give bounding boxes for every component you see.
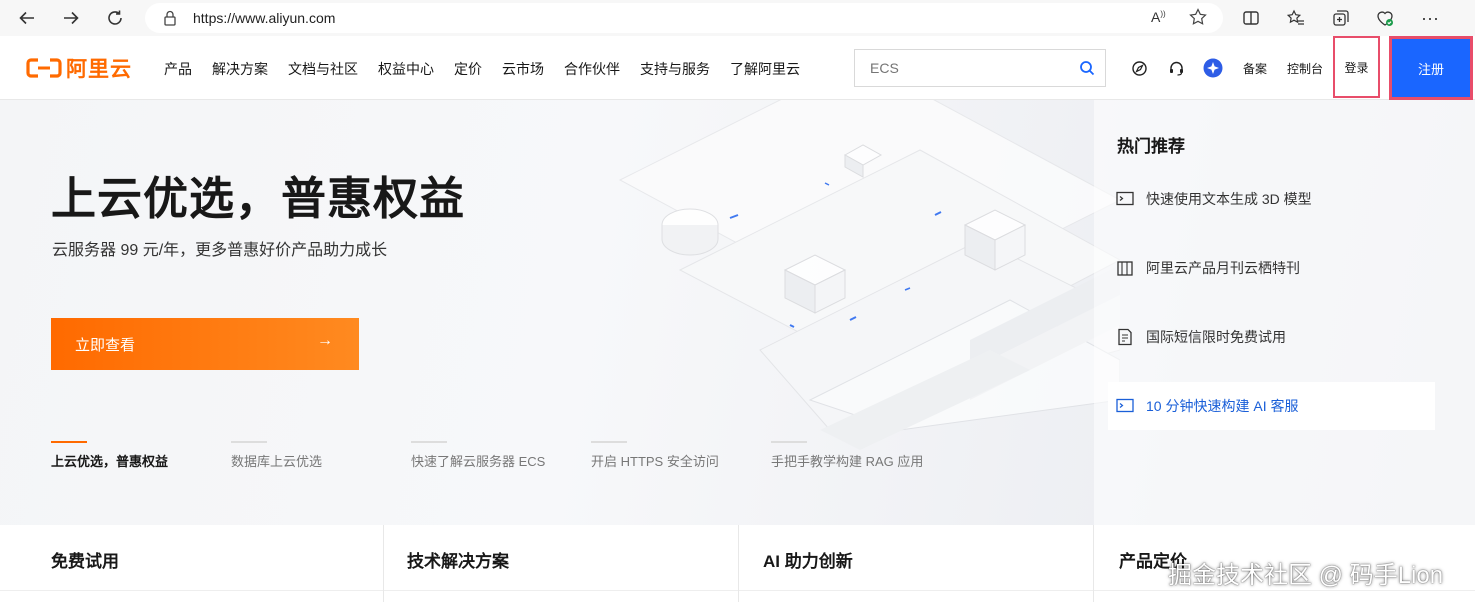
nav-item-products[interactable]: 产品 — [164, 59, 192, 79]
nav-item-about[interactable]: 了解阿里云 — [730, 59, 800, 79]
hot-item-label: 快速使用文本生成 3D 模型 — [1146, 191, 1312, 207]
view-now-label: 立即查看 — [75, 336, 136, 354]
divider — [739, 590, 1093, 591]
logo-text: 阿里云 — [66, 58, 132, 81]
more-options-icon[interactable]: ··· — [1420, 8, 1440, 28]
search-input[interactable] — [855, 50, 1055, 86]
lock-icon — [163, 10, 177, 31]
carousel-tab-label: 开启 HTTPS 安全访问 — [591, 454, 719, 469]
nav-item-partners[interactable]: 合作伙伴 — [564, 59, 620, 79]
hero-carousel-tabs: 上云优选，普惠权益 数据库上云优选 快速了解云服务器 ECS 开启 HTTPS … — [51, 441, 951, 470]
divider — [384, 590, 738, 591]
collections-icon[interactable] — [1331, 8, 1351, 28]
split-screen-icon[interactable] — [1241, 8, 1261, 28]
carousel-tab-label: 上云优选，普惠权益 — [51, 454, 169, 469]
beian-link[interactable]: 备案 — [1243, 60, 1267, 77]
tab-indicator — [591, 441, 627, 443]
hot-title: 热门推荐 — [1117, 137, 1185, 156]
card-tech-solutions[interactable]: 技术解决方案 — [384, 525, 739, 602]
arrow-right-icon: → — [317, 332, 333, 349]
terminal-icon — [1116, 190, 1136, 208]
tab-indicator — [231, 441, 267, 443]
document-icon — [1116, 328, 1136, 346]
carousel-tab-label: 手把手教学构建 RAG 应用 — [771, 454, 924, 469]
main-nav: 产品 解决方案 文档与社区 权益中心 定价 云市场 合作伙伴 支持与服务 了解阿… — [164, 59, 820, 79]
console-link[interactable]: 控制台 — [1287, 60, 1323, 77]
customer-service-icon[interactable] — [1166, 58, 1186, 78]
site-header: 阿里云 产品 解决方案 文档与社区 权益中心 定价 云市场 合作伙伴 支持与服务… — [0, 36, 1475, 100]
url-text: https://www.aliyun.com — [193, 10, 336, 26]
hot-item[interactable]: 国际短信限时免费试用 — [1108, 313, 1435, 361]
aliyun-logo-icon — [26, 58, 62, 78]
card-title: 技术解决方案 — [407, 552, 509, 571]
address-bar[interactable]: https://www.aliyun.com A)) — [145, 3, 1223, 33]
hot-recommendations-panel: 热门推荐 快速使用文本生成 3D 模型 阿里云产品月刊云栖特刊 国际短信限时免费… — [1094, 100, 1475, 525]
card-title: 免费试用 — [51, 552, 119, 571]
divider — [0, 590, 383, 591]
login-button[interactable]: 登录 — [1333, 36, 1380, 98]
card-ai-innovation[interactable]: AI 助力创新 — [739, 525, 1094, 602]
card-free-trial[interactable]: 免费试用 — [0, 525, 384, 602]
watermark-text: 掘金技术社区 @ 码手Lion — [1168, 562, 1444, 589]
tab-indicator — [411, 441, 447, 443]
terminal-icon — [1116, 397, 1136, 415]
search-box — [854, 49, 1106, 87]
hot-item[interactable]: 阿里云产品月刊云栖特刊 — [1108, 244, 1435, 292]
card-title: AI 助力创新 — [763, 552, 853, 571]
carousel-tab[interactable]: 快速了解云服务器 ECS — [411, 441, 591, 470]
hot-item-label: 国际短信限时免费试用 — [1146, 329, 1286, 345]
view-now-button[interactable]: 立即查看 → — [51, 318, 359, 370]
carousel-tab[interactable]: 开启 HTTPS 安全访问 — [591, 441, 771, 470]
hot-item-label: 10 分钟快速构建 AI 客服 — [1146, 398, 1299, 414]
forward-icon[interactable] — [60, 7, 82, 29]
explore-icon[interactable] — [1129, 58, 1149, 78]
read-aloud-icon[interactable]: A)) — [1151, 9, 1166, 25]
book-icon — [1116, 259, 1136, 277]
search-icon[interactable] — [1079, 60, 1095, 81]
hot-item[interactable]: 快速使用文本生成 3D 模型 — [1108, 175, 1435, 223]
hot-item-label: 阿里云产品月刊云栖特刊 — [1146, 260, 1300, 276]
hot-item[interactable]: 10 分钟快速构建 AI 客服 — [1108, 382, 1435, 430]
nav-item-docs-community[interactable]: 文档与社区 — [288, 59, 358, 79]
register-button[interactable]: 注册 — [1389, 36, 1473, 100]
nav-item-marketplace[interactable]: 云市场 — [502, 59, 544, 79]
carousel-tab[interactable]: 手把手教学构建 RAG 应用 — [771, 441, 951, 470]
favorite-star-icon[interactable] — [1189, 8, 1207, 31]
back-icon[interactable] — [16, 7, 38, 29]
carousel-tab[interactable]: 上云优选，普惠权益 — [51, 441, 231, 470]
browser-toolbar: https://www.aliyun.com A)) ··· — [0, 0, 1475, 36]
carousel-tab[interactable]: 数据库上云优选 — [231, 441, 411, 470]
carousel-tab-label: 数据库上云优选 — [231, 454, 323, 469]
browser-essentials-icon[interactable] — [1375, 8, 1395, 28]
hero-title: 上云优选，普惠权益 — [51, 173, 466, 224]
aliyun-logo[interactable]: 阿里云 — [26, 56, 132, 81]
hero-subtitle: 云服务器 99 元/年，更多普惠好价产品助力成长 — [52, 242, 388, 259]
nav-item-benefits[interactable]: 权益中心 — [378, 59, 434, 79]
nav-item-pricing[interactable]: 定价 — [454, 59, 482, 79]
favorites-icon[interactable] — [1286, 8, 1306, 28]
carousel-tab-label: 快速了解云服务器 ECS — [411, 454, 546, 469]
divider — [1094, 590, 1475, 591]
tab-indicator — [771, 441, 807, 443]
nav-item-solutions[interactable]: 解决方案 — [212, 59, 268, 79]
tab-indicator — [51, 441, 87, 443]
nav-item-support[interactable]: 支持与服务 — [640, 59, 710, 79]
refresh-icon[interactable] — [104, 7, 126, 29]
ai-assistant-icon[interactable] — [1203, 58, 1223, 78]
